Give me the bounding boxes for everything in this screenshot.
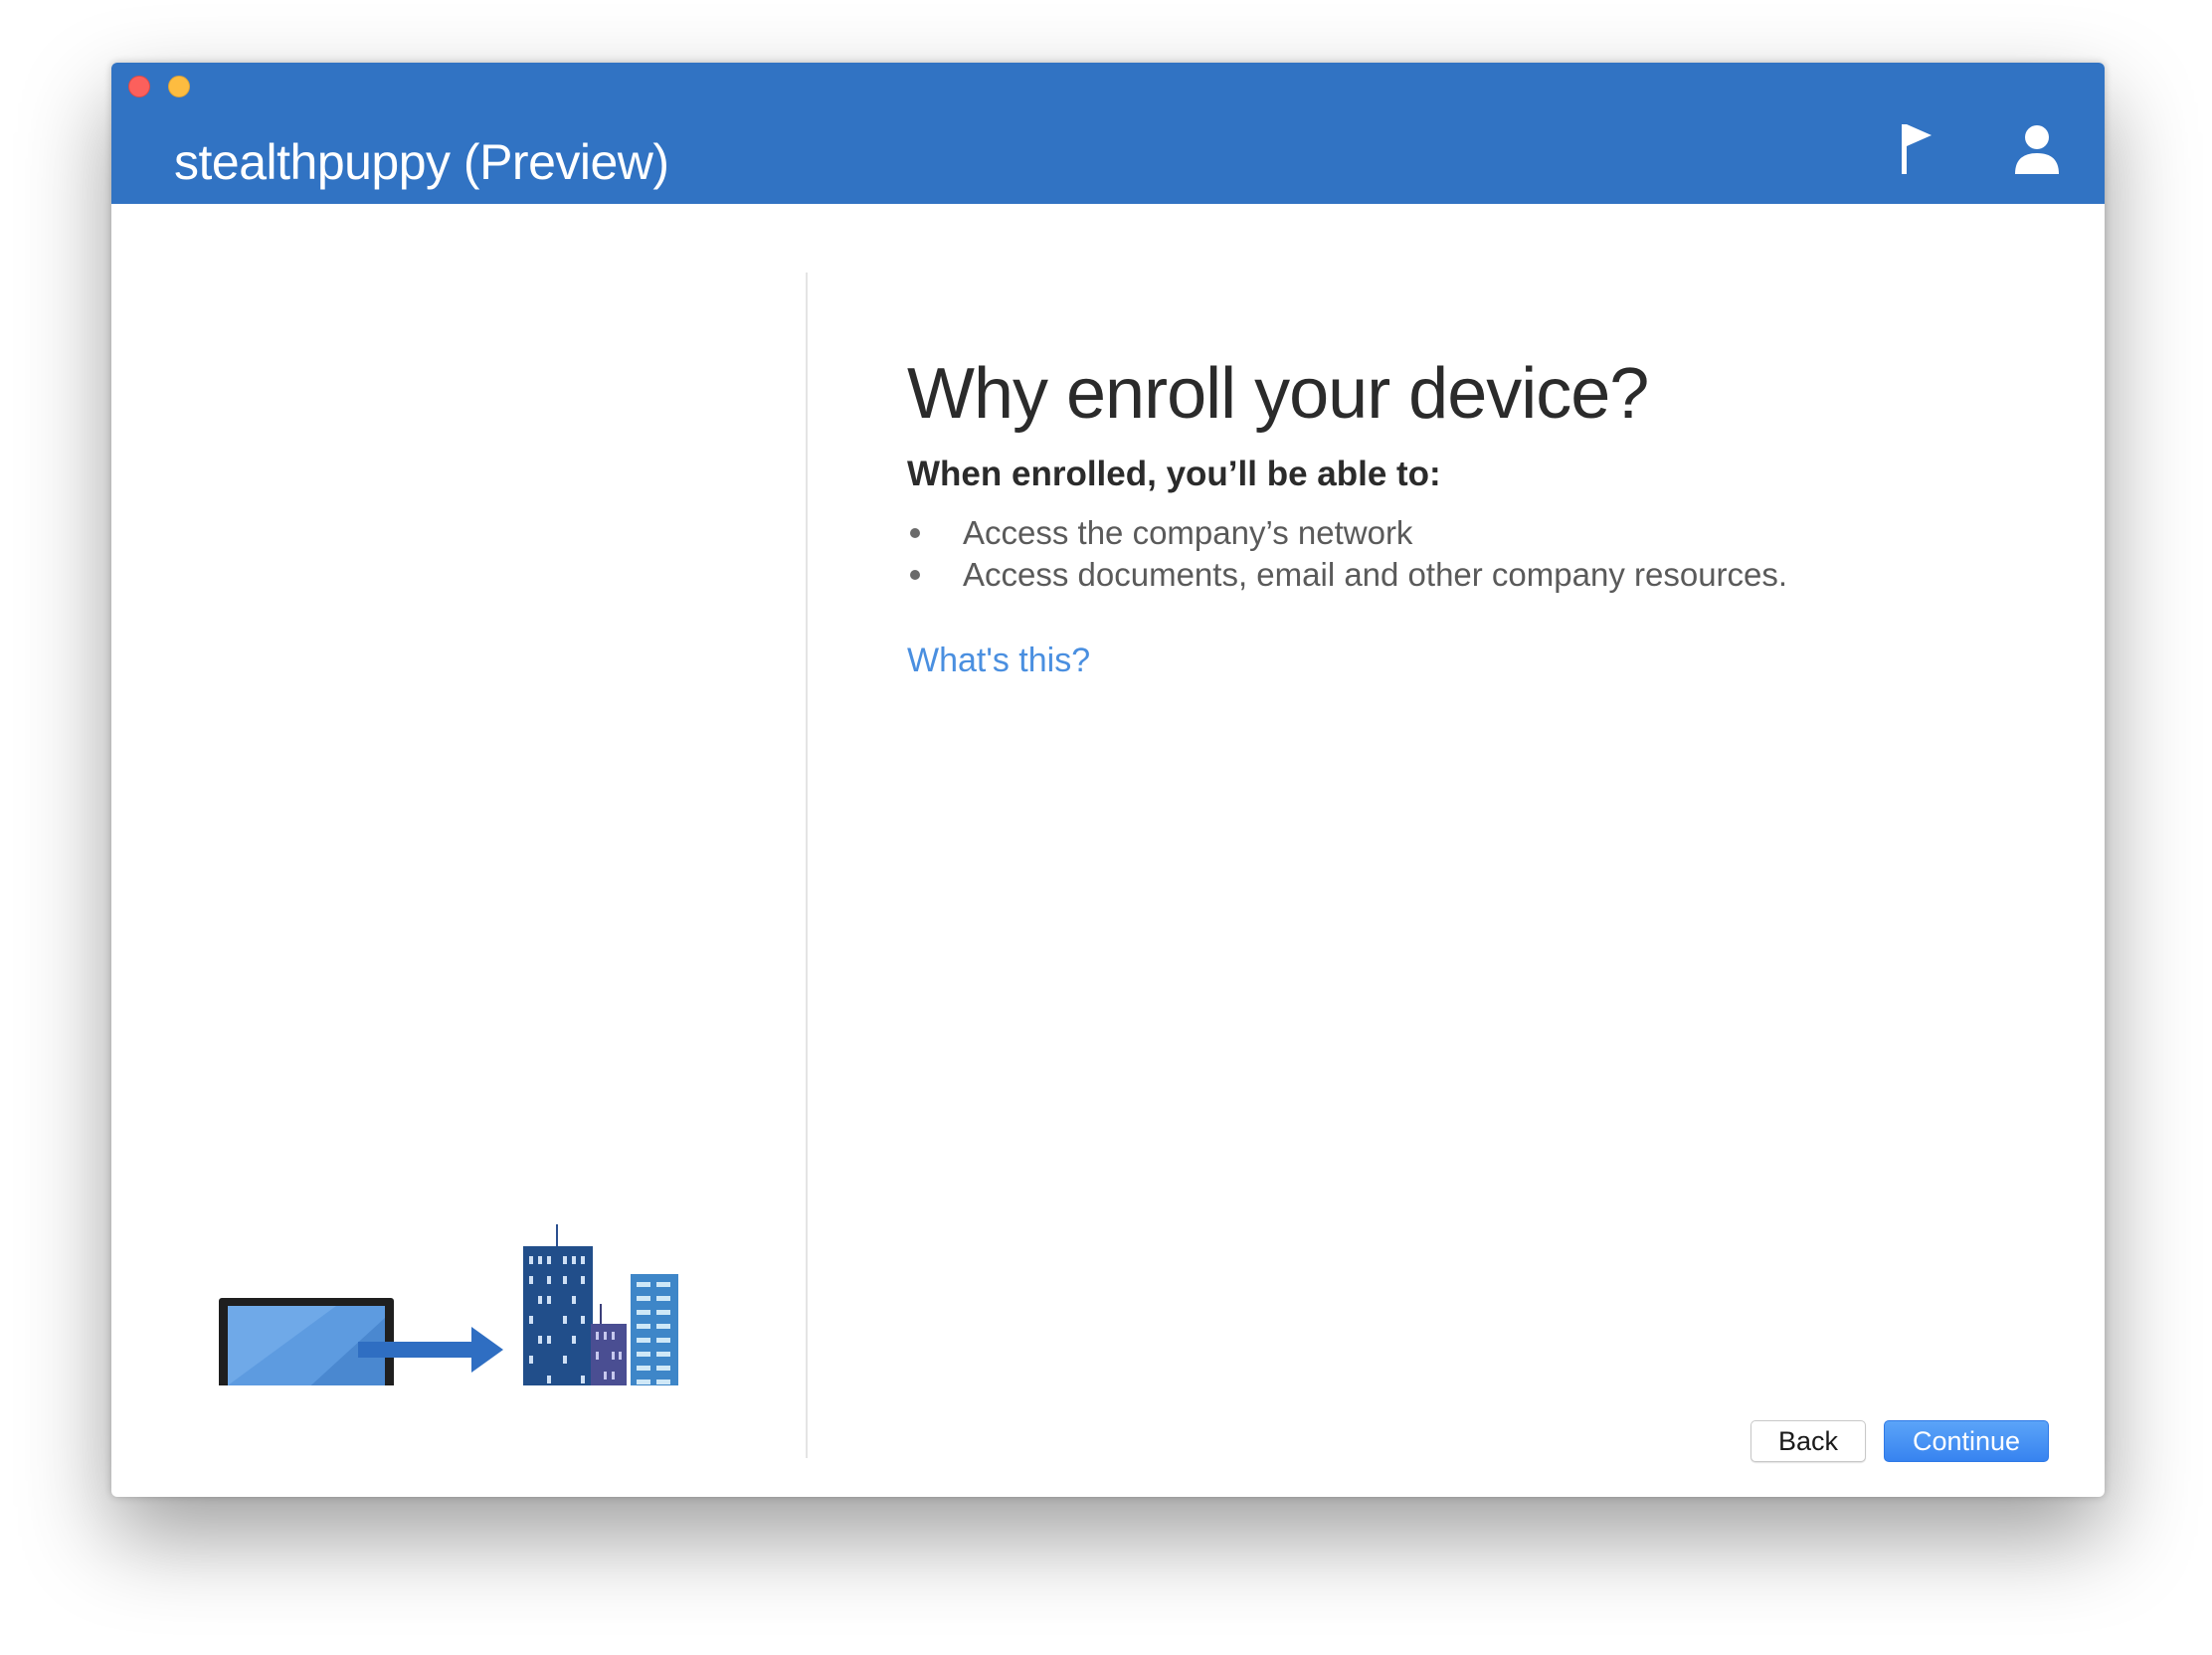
- close-window-button[interactable]: [128, 76, 150, 97]
- minimize-window-button[interactable]: [168, 76, 190, 97]
- benefit-text: Access the company’s network: [963, 514, 1413, 551]
- page-title: Why enroll your device?: [907, 354, 1649, 434]
- continue-button[interactable]: Continue: [1884, 1420, 2049, 1462]
- title-bar: stealthpuppy (Preview): [111, 63, 2105, 204]
- enrollment-illustration: [207, 1187, 704, 1423]
- flag-icon[interactable]: [1892, 120, 1951, 180]
- laptop-to-buildings-icon: [207, 1224, 678, 1423]
- pane-divider: [806, 273, 808, 1458]
- bullet-icon: [910, 570, 920, 580]
- list-item: Access the company’s network: [907, 512, 1787, 554]
- benefits-intro: When enrolled, you’ll be able to:: [907, 455, 1441, 493]
- benefits-list: Access the company’s network Access docu…: [907, 512, 1787, 596]
- list-item: Access documents, email and other compan…: [907, 554, 1787, 596]
- bullet-icon: [910, 528, 920, 538]
- back-button[interactable]: Back: [1751, 1420, 1866, 1462]
- app-title: stealthpuppy (Preview): [174, 134, 669, 190]
- benefit-text: Access documents, email and other compan…: [963, 556, 1788, 593]
- user-icon[interactable]: [2007, 120, 2067, 180]
- app-window: stealthpuppy (Preview) Why enroll your d…: [111, 63, 2105, 1497]
- whats-this-link[interactable]: What's this?: [907, 639, 1090, 682]
